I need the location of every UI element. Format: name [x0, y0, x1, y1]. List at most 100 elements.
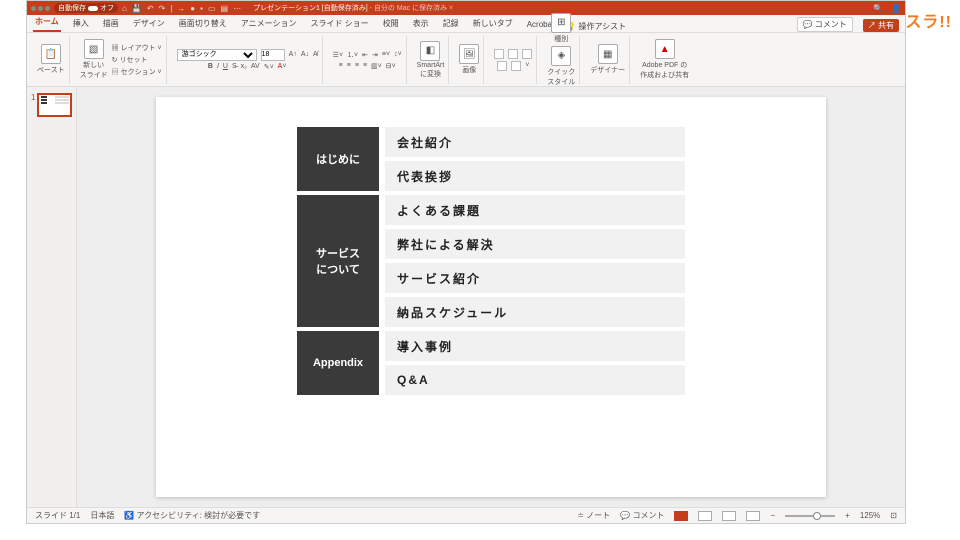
indent-inc-icon[interactable]: ⇥ [372, 51, 378, 59]
tab-transitions[interactable]: 画面切り替え [177, 16, 229, 32]
tab-draw[interactable]: 描画 [101, 16, 121, 32]
new-slide-button[interactable]: ▧ 新しい スライド [80, 39, 108, 80]
decrease-font-icon[interactable]: A↓ [301, 51, 309, 58]
accessibility-check[interactable]: ♿ アクセシビリティ: 検討が必要です [124, 510, 260, 521]
spacing-icon[interactable]: AV [251, 63, 260, 70]
font-color-icon[interactable]: A˅ [278, 63, 287, 70]
slideshow-view-icon[interactable] [746, 511, 760, 521]
font-select[interactable]: 游ゴシック [177, 49, 257, 61]
tab-insert[interactable]: 挿入 [71, 16, 91, 32]
save-icon[interactable]: 💾 [132, 4, 142, 13]
bullets-icon[interactable]: ☰˅ [333, 51, 343, 59]
work-area: 1 はじめに会社紹介代表挨拶サービス についてよくある課題弊社による解決サービス… [27, 87, 905, 507]
line-spacing-icon[interactable]: ≡˅ [382, 51, 390, 58]
underline-icon[interactable]: U [223, 63, 228, 70]
shape-arrow-icon[interactable] [497, 61, 507, 71]
italic-icon[interactable]: I [217, 63, 219, 70]
text-dir-icon[interactable]: ↕˅ [394, 51, 402, 58]
comments-button[interactable]: 💬 コメント [797, 17, 853, 32]
share-button[interactable]: ↗ 共有 [863, 19, 899, 32]
tab-view[interactable]: 表示 [411, 16, 431, 32]
reset-button[interactable]: ↻ リセット [112, 55, 162, 65]
zoom-slider[interactable] [785, 515, 835, 517]
shape-line-icon[interactable] [522, 49, 532, 59]
arrange-icon: ⊞ [551, 13, 571, 33]
paste-button[interactable]: 📋 ペースト [37, 44, 65, 75]
arrange-button[interactable]: ⊞ 種別 [551, 13, 571, 44]
tab-slideshow[interactable]: スライド ショー [308, 16, 370, 32]
text-icon[interactable]: ▤ [221, 4, 229, 13]
picture-button[interactable]: 🖼 画像 [459, 44, 479, 75]
tab-home[interactable]: ホーム [33, 14, 61, 32]
tab-review[interactable]: 校閲 [381, 16, 401, 32]
indent-dec-icon[interactable]: ⇤ [362, 51, 368, 59]
language-indicator[interactable]: 日本語 [90, 510, 114, 521]
align-right-icon[interactable]: ≡ [355, 62, 359, 69]
clear-format-icon[interactable]: A̸ [313, 51, 318, 58]
align-center-icon[interactable]: ≡ [347, 62, 351, 69]
comments-button-status[interactable]: 💬 コメント [620, 510, 664, 521]
shape-star-icon[interactable] [511, 61, 521, 71]
fit-window-icon[interactable]: ⊡ [890, 511, 897, 520]
justify-icon[interactable]: ≡ [363, 62, 367, 69]
designer-group: ▦ デザイナー [586, 36, 630, 84]
slides-group: ▧ 新しい スライド ▦ レイアウト ˅ ↻ リセット ▤ セクション ˅ [76, 36, 167, 84]
tab-record[interactable]: 記録 [441, 16, 461, 32]
tell-me[interactable]: 💡 操作アシスト [566, 21, 626, 32]
font-size-input[interactable] [261, 49, 285, 61]
designer-button[interactable]: ▦ デザイナー [590, 44, 625, 75]
search-icon[interactable]: 🔍 [873, 4, 883, 13]
zoom-out-icon[interactable]: − [770, 511, 775, 520]
shape-oval-icon[interactable] [508, 49, 518, 59]
slide-canvas-area: はじめに会社紹介代表挨拶サービス についてよくある課題弊社による解決サービス紹介… [77, 87, 905, 507]
section-label: サービス について [297, 195, 379, 327]
designer-icon: ▦ [598, 44, 618, 64]
smartart-group: ◧ SmartArt に変換 [413, 36, 450, 84]
rect-icon[interactable]: ▭ [208, 4, 216, 13]
highlight-icon[interactable]: ✎˅ [264, 63, 274, 71]
align-text-icon[interactable]: ⊟˅ [386, 62, 396, 70]
section-item: サービス紹介 [385, 263, 685, 293]
zoom-label[interactable]: 125% [860, 511, 880, 520]
toc-section: はじめに会社紹介代表挨拶 [297, 127, 685, 191]
smartart-icon: ◧ [420, 41, 440, 61]
bold-icon[interactable]: B [208, 63, 213, 70]
picture-icon: 🖼 [459, 44, 479, 64]
square-icon[interactable]: ▪ [200, 4, 203, 13]
layout-button[interactable]: ▦ レイアウト ˅ [112, 43, 162, 53]
slide-1[interactable]: はじめに会社紹介代表挨拶サービス についてよくある課題弊社による解決サービス紹介… [156, 97, 826, 497]
reading-view-icon[interactable] [722, 511, 736, 521]
tab-design[interactable]: デザイン [131, 16, 167, 32]
titlebar: 自動保存 オフ ⌂ 💾 ↶ ↷ | → ● ▪ ▭ ▤ ⋯ プレゼンテーション1… [27, 1, 905, 15]
notes-button[interactable]: ≐ ノート [577, 510, 610, 521]
section-button[interactable]: ▤ セクション ˅ [112, 67, 162, 77]
user-icon[interactable]: 👤 [891, 4, 901, 13]
home-icon[interactable]: ⌂ [122, 4, 127, 13]
shape-rect-icon[interactable] [494, 49, 504, 59]
align-left-icon[interactable]: ≡ [339, 62, 343, 69]
section-item: Q&A [385, 365, 685, 395]
zoom-in-icon[interactable]: + [845, 511, 850, 520]
arrow-icon[interactable]: → [177, 4, 185, 13]
sorter-view-icon[interactable] [698, 511, 712, 521]
circle-icon[interactable]: ● [190, 4, 195, 13]
slide-thumbnail-1[interactable] [37, 93, 72, 117]
numbering-icon[interactable]: ⒈˅ [347, 50, 358, 60]
section-item: よくある課題 [385, 195, 685, 225]
quickstyle-button[interactable]: ◈ クイック スタイル [547, 46, 575, 87]
columns-icon[interactable]: ▥˅ [371, 62, 382, 70]
window-controls[interactable] [31, 6, 50, 11]
normal-view-icon[interactable] [674, 511, 688, 521]
paragraph-group: ☰˅ ⒈˅ ⇤ ⇥ ≡˅ ↕˅ ≡ ≡ ≡ ≡ ▥˅ ⊟˅ [329, 36, 407, 84]
strike-icon[interactable]: S̶ [232, 63, 237, 70]
adobe-pdf-button[interactable]: ▲ Adobe PDF の 作成および共有 [640, 39, 689, 80]
undo-icon[interactable]: ↶ [147, 4, 154, 13]
autosave-toggle[interactable]: 自動保存 オフ [54, 3, 118, 13]
quick-access-toolbar[interactable]: ⌂ 💾 ↶ ↷ | → ● ▪ ▭ ▤ ⋯ [122, 4, 241, 13]
tab-animations[interactable]: アニメーション [239, 16, 299, 32]
smartart-button[interactable]: ◧ SmartArt に変換 [417, 41, 445, 79]
increase-font-icon[interactable]: A↑ [289, 51, 297, 58]
sub-icon[interactable]: x₂ [241, 63, 247, 70]
redo-icon[interactable]: ↷ [159, 4, 166, 13]
tab-new[interactable]: 新しいタブ [471, 16, 515, 32]
